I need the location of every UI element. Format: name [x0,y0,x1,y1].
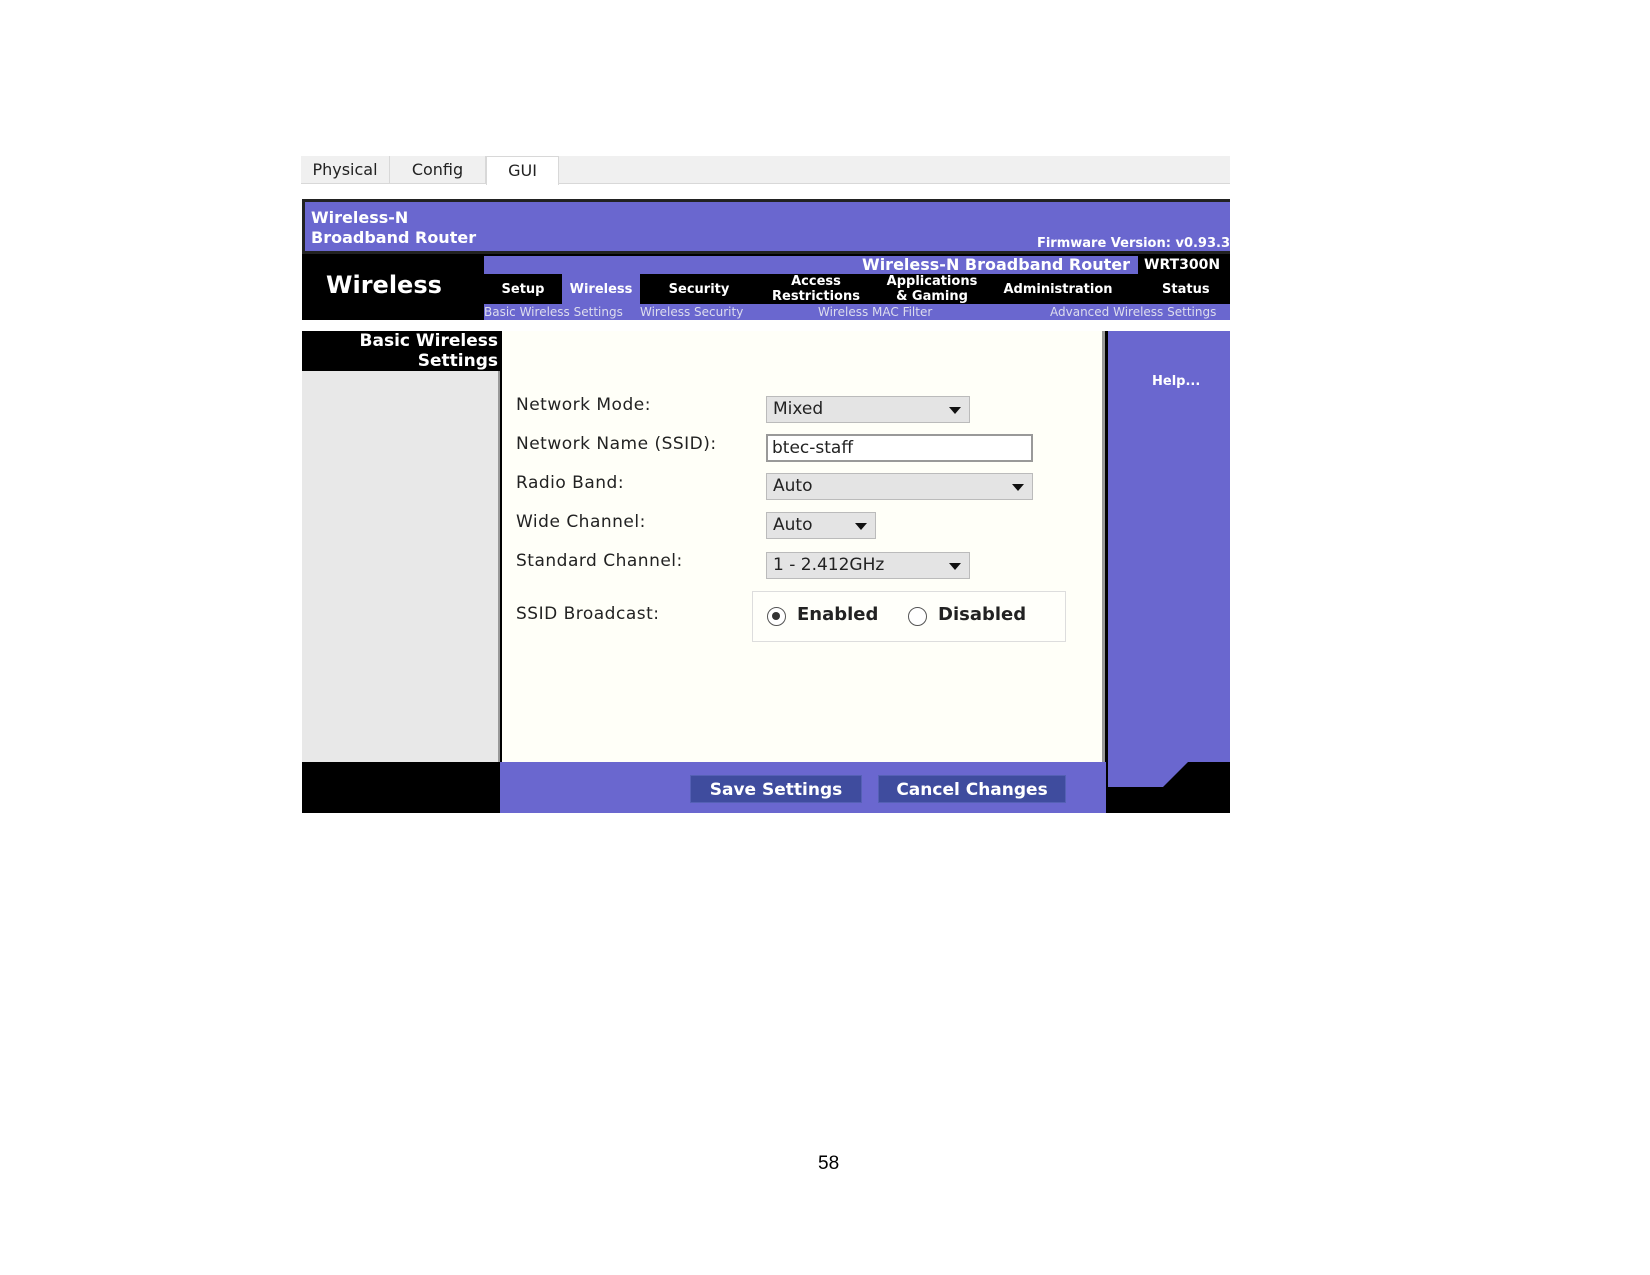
sidebar-title-line2: Settings [417,351,498,371]
ssid-label: Network Name (SSID): [516,434,717,454]
menu-wireless[interactable]: Wireless [562,274,640,304]
router-gui: Wireless-N Broadband Router Firmware Vers… [302,199,1230,813]
menu-status[interactable]: Status [1162,274,1230,304]
radio-disabled[interactable] [908,607,927,626]
model-name: WRT300N [1138,256,1230,274]
select-value: Mixed [773,399,824,419]
settings-form: Network Mode: Mixed Network Name (SSID):… [502,331,1105,762]
menu-label: Access [791,274,841,289]
cancel-changes-button[interactable]: Cancel Changes [878,775,1066,803]
radio-enabled[interactable] [767,607,786,626]
radio-enabled-label[interactable]: Enabled [797,604,878,625]
menu-label: Applications [886,274,978,289]
submenu: Basic Wireless Settings Wireless Securit… [484,304,1230,320]
standard-channel-label: Standard Channel: [516,551,683,571]
submenu-basic-wireless-settings[interactable]: Basic Wireless Settings [484,304,623,320]
chevron-down-icon [855,523,867,530]
sidebar-title-line1: Basic Wireless [359,331,498,351]
chevron-down-icon [949,563,961,570]
standard-channel-select[interactable]: 1 - 2.412GHz [766,552,970,579]
divider [302,320,1230,331]
network-mode-select[interactable]: Mixed [766,396,970,423]
tab-config[interactable]: Config [390,156,486,184]
radio-disabled-label[interactable]: Disabled [938,604,1026,625]
tab-gui[interactable]: GUI [486,156,559,185]
corner-decoration-icon [1108,762,1230,787]
menu-administration[interactable]: Administration [990,274,1126,304]
menu-label: Restrictions [772,289,860,304]
menu-applications-gaming[interactable]: Applications & Gaming [874,274,990,304]
wide-channel-select[interactable]: Auto [766,512,876,539]
help-link[interactable]: Help... [1152,374,1200,389]
menu-access-restrictions[interactable]: Access Restrictions [758,274,874,304]
select-value: Auto [773,476,813,496]
select-value: 1 - 2.412GHz [773,555,885,575]
tab-physical[interactable]: Physical [301,156,390,184]
help-panel: Help... [1108,331,1230,762]
header-title: Wireless-N Broadband Router [311,208,476,248]
save-settings-button[interactable]: Save Settings [690,775,862,803]
menu-label: & Gaming [896,289,968,304]
left-sidebar [302,331,500,762]
action-bar: Save Settings Cancel Changes [500,762,1106,813]
router-header: Wireless-N Broadband Router Firmware Vers… [302,199,1230,254]
tab-bar: Physical Config GUI [301,156,1230,185]
submenu-wireless-security[interactable]: Wireless Security [640,304,743,320]
header-title-line2: Broadband Router [311,228,477,247]
product-title: Wireless-N Broadband Router [862,255,1130,274]
footer-corner [1108,762,1230,813]
radio-band-select[interactable]: Auto [766,473,1033,500]
product-band: Wireless-N Broadband Router WRT300N [484,256,1230,274]
section-title: Wireless [326,271,442,299]
submenu-wireless-mac-filter[interactable]: Wireless MAC Filter [818,304,932,320]
sidebar-title: Basic Wireless Settings [302,331,500,371]
menu-security[interactable]: Security [640,274,758,304]
ssid-broadcast-group: Enabled Disabled [752,591,1066,642]
wide-channel-label: Wide Channel: [516,512,646,532]
firmware-version: Firmware Version: v0.93.3 [1036,236,1230,251]
chevron-down-icon [1012,484,1024,491]
header-title-line1: Wireless-N [311,208,409,227]
ssid-broadcast-label: SSID Broadcast: [516,604,660,624]
page-number: 58 [818,1153,840,1174]
submenu-advanced-wireless-settings[interactable]: Advanced Wireless Settings [1050,304,1216,320]
menu-setup[interactable]: Setup [484,274,562,304]
network-mode-label: Network Mode: [516,395,651,415]
ssid-input[interactable]: btec-staff [766,434,1033,462]
select-value: Auto [773,515,813,535]
chevron-down-icon [949,407,961,414]
radio-band-label: Radio Band: [516,473,625,493]
